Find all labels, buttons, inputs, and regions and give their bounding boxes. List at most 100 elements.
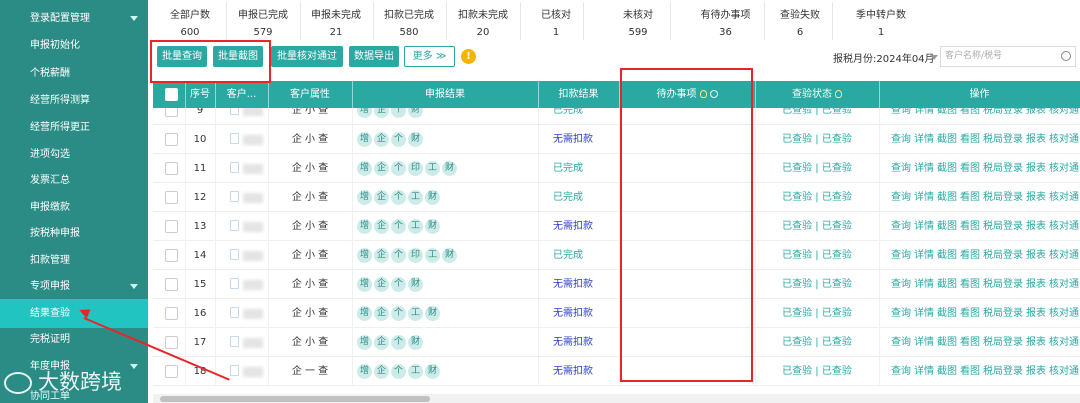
row-action-link[interactable]: 税局登录 [983,108,1023,116]
row-action-link[interactable]: 核对通 [1049,279,1079,290]
row-action-link[interactable]: 详情 [914,366,934,377]
tax-type-badge[interactable]: 个 [391,306,406,321]
tax-type-badge[interactable]: 增 [357,161,372,176]
tax-type-badge[interactable]: 企 [374,190,389,205]
deduct-result[interactable]: 已完成 [538,108,619,125]
search-icon[interactable] [1061,51,1071,61]
tax-type-badge[interactable]: 增 [357,306,372,321]
export-button[interactable]: 数据导出 [349,46,399,67]
tax-type-badge[interactable]: 工 [425,161,440,176]
row-action-link[interactable]: 截图 [937,337,957,348]
tax-type-badge[interactable]: 企 [374,132,389,147]
stat-item[interactable]: 全部户数 600 [160,0,220,42]
tax-type-badge[interactable]: 财 [425,306,440,321]
row-action-link[interactable]: 报表 [1026,279,1046,290]
tax-type-badge[interactable]: 企 [374,108,389,118]
row-checkbox[interactable] [165,162,178,175]
row-action-link[interactable]: 税局登录 [983,163,1023,174]
stat-item[interactable]: 已核对 1 [535,0,577,42]
tax-type-badge[interactable]: 增 [357,277,372,292]
tax-type-badge[interactable]: 企 [374,161,389,176]
more-button[interactable]: 更多 ≫ [404,46,455,67]
header-customer[interactable]: 客户... [215,81,268,108]
row-checkbox[interactable] [165,365,178,378]
check-status[interactable]: 已查验 | 已查验 [755,183,879,212]
row-action-link[interactable]: 报表 [1026,337,1046,348]
row-action-link[interactable]: 看图 [960,250,980,261]
row-action-link[interactable]: 查询 [891,308,911,319]
row-action-link[interactable]: 报表 [1026,134,1046,145]
row-action-link[interactable]: 截图 [937,108,957,116]
sidebar-item[interactable]: 进项勾选 [0,140,148,169]
row-action-link[interactable]: 截图 [937,192,957,203]
check-status[interactable]: 已查验 | 已查验 [755,212,879,241]
row-checkbox[interactable] [165,108,178,117]
tax-type-badge[interactable]: 财 [408,108,423,118]
document-icon[interactable] [230,278,239,289]
row-checkbox[interactable] [165,133,178,146]
scrollbar-thumb[interactable] [160,396,430,402]
table-row[interactable]: 18 企 一 查增企个工财无需扣款 已查验 | 已查验 查询 详情 截图 看图 税局登录 报表核… [153,357,1080,386]
row-action-link[interactable]: 截图 [937,221,957,232]
tax-type-badge[interactable]: 个 [391,277,406,292]
sidebar-item[interactable]: 个税薪酬 [0,59,148,88]
tax-type-badge[interactable]: 增 [357,335,372,350]
document-icon[interactable] [230,133,239,144]
tax-type-badge[interactable]: 增 [357,190,372,205]
chevron-down-icon[interactable] [130,284,138,289]
tax-type-badge[interactable]: 个 [391,219,406,234]
tax-type-badge[interactable]: 财 [408,132,423,147]
tax-type-badge[interactable]: 个 [391,364,406,379]
check-status[interactable]: 已查验 | 已查验 [755,241,879,270]
row-action-link[interactable]: 详情 [914,108,934,116]
document-icon[interactable] [230,336,239,347]
row-action-link[interactable]: 核对通 [1049,134,1079,145]
row-action-link[interactable]: 查询 [891,192,911,203]
tax-type-badge[interactable]: 财 [425,219,440,234]
row-action-link[interactable]: 核对通 [1049,366,1079,377]
tax-type-badge[interactable]: 企 [374,277,389,292]
row-action-link[interactable]: 截图 [937,308,957,319]
table-row[interactable]: 10 企 小 查增企个财无需扣款 已查验 | 已查验 查询 详情 截图 看图 税局登录 报表 核对… [153,125,1080,154]
deduct-result[interactable]: 无需扣款 [538,299,619,328]
document-icon[interactable] [230,365,239,376]
check-status[interactable]: 已查验 | 已查验 [755,154,879,183]
row-action-link[interactable]: 税局登录 [983,250,1023,261]
tax-type-badge[interactable]: 增 [357,132,372,147]
chevron-down-icon[interactable] [130,16,138,21]
row-action-link[interactable]: 报表 [1026,250,1046,261]
tax-type-badge[interactable]: 增 [357,248,372,263]
row-action-link[interactable]: 看图 [960,279,980,290]
deduct-result[interactable]: 无需扣款 [538,357,619,386]
row-action-link[interactable]: 核对通 [1049,192,1079,203]
row-action-link[interactable]: 核对通 [1049,163,1079,174]
check-status[interactable]: 已查验 | 已查验 [755,108,879,125]
tax-type-badge[interactable]: 财 [425,364,440,379]
document-icon[interactable] [230,307,239,318]
tax-month-selector[interactable]: 报税月份:2024年04月 [833,50,935,65]
row-action-link[interactable]: 查询 [891,221,911,232]
sidebar-item[interactable]: 经营所得测算 [0,86,148,115]
document-icon[interactable] [230,191,239,202]
row-action-link[interactable]: 查询 [891,163,911,174]
row-checkbox[interactable] [165,220,178,233]
tax-type-badge[interactable]: 工 [425,248,440,263]
stat-item[interactable]: 季中转户数 1 [850,0,912,42]
row-checkbox[interactable] [165,191,178,204]
row-action-link[interactable]: 详情 [914,192,934,203]
check-status[interactable]: 已查验 | 已查验 [755,357,879,386]
row-checkbox[interactable] [165,307,178,320]
row-action-link[interactable]: 详情 [914,279,934,290]
tax-type-badge[interactable]: 个 [391,161,406,176]
row-action-link[interactable]: 看图 [960,221,980,232]
select-all-checkbox[interactable] [165,88,178,101]
row-action-link[interactable]: 税局登录 [983,221,1023,232]
row-action-link[interactable]: 报表 [1026,308,1046,319]
row-action-link[interactable]: 核对通 [1049,108,1079,116]
row-action-link[interactable]: 查询 [891,250,911,261]
row-checkbox[interactable] [165,249,178,262]
tax-type-badge[interactable]: 财 [425,190,440,205]
sidebar-item[interactable]: 结果查验 [0,299,148,328]
deduct-result[interactable]: 已完成 [538,241,619,270]
sidebar-item[interactable]: 登录配置管理 [0,4,148,33]
